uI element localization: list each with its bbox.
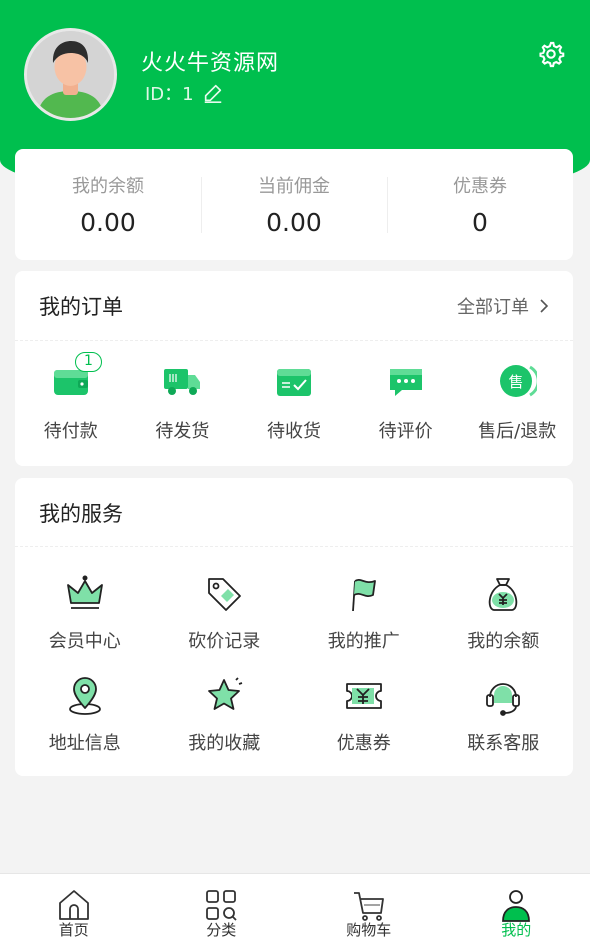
divider (15, 340, 573, 341)
service-label: 我的余额 (467, 631, 540, 652)
home-icon (58, 890, 89, 920)
service-label: 地址信息 (48, 733, 121, 754)
bottom-tab-bar: 首页 分类 购物车 我的 (0, 873, 590, 952)
price-tag-icon (208, 578, 242, 611)
headset-icon (486, 683, 521, 716)
service-my-balance[interactable]: 我的余额 (434, 573, 574, 653)
tab-category[interactable]: 分类 (148, 874, 296, 952)
after-sale-icon: 售 (500, 365, 538, 397)
after-sale-icon-text: 售 (509, 373, 524, 391)
category-icon (206, 890, 237, 921)
balance-label: 我的余额 (72, 176, 144, 197)
tab-label: 购物车 (346, 921, 392, 939)
coupon-icon (345, 683, 382, 709)
order-status-label: 待收货 (266, 421, 321, 442)
comment-icon (389, 369, 422, 396)
tab-label: 我的 (501, 921, 532, 939)
chevron-right-icon (540, 299, 549, 313)
order-status-label: 待评价 (378, 421, 433, 442)
service-favorites[interactable]: 我的收藏 (155, 675, 295, 755)
location-pin-icon (68, 677, 101, 715)
services-title: 我的服务 (39, 502, 123, 526)
divider (15, 546, 573, 547)
order-status-label: 待发货 (155, 421, 210, 442)
service-member-center[interactable]: 会员中心 (15, 573, 155, 653)
commission-value: 0.00 (266, 208, 322, 237)
balance-value: 0.00 (80, 208, 136, 237)
service-coupons[interactable]: 优惠券 (294, 675, 434, 755)
service-label: 我的收藏 (188, 733, 261, 754)
order-pending-shipment[interactable]: 待发货 (127, 361, 239, 443)
balance-item[interactable]: 我的余额 0.00 (15, 149, 201, 260)
orders-card: 我的订单 全部订单 1 待付款 待发货 待收货 待评价 售 售后/退款 (15, 271, 573, 466)
tab-mine[interactable]: 我的 (443, 874, 590, 952)
tab-label: 首页 (58, 921, 89, 939)
flag-icon (351, 578, 376, 612)
box-check-icon (276, 369, 311, 396)
star-icon (208, 677, 243, 710)
service-label: 砍价记录 (188, 631, 261, 652)
service-label: 联系客服 (467, 733, 540, 754)
username: 火火牛资源网 (141, 51, 280, 76)
order-status-label: 售后/退款 (478, 421, 557, 442)
money-bag-icon (489, 578, 518, 611)
commission-label: 当前佣金 (258, 176, 330, 197)
service-promotion[interactable]: 我的推广 (294, 573, 434, 653)
order-pending-receipt[interactable]: 待收货 (238, 361, 350, 443)
user-id: ID：1 (145, 80, 224, 106)
all-orders-label: 全部订单 (457, 297, 529, 318)
truck-icon (164, 369, 201, 395)
order-pending-review[interactable]: 待评价 (350, 361, 462, 443)
service-label: 会员中心 (48, 631, 121, 652)
tab-cart[interactable]: 购物车 (295, 874, 443, 952)
all-orders-link[interactable]: 全部订单 (457, 293, 549, 319)
service-customer-support[interactable]: 联系客服 (434, 675, 574, 755)
balance-card: 我的余额 0.00 当前佣金 0.00 优惠券 0 (15, 149, 573, 260)
service-address[interactable]: 地址信息 (15, 675, 155, 755)
coupon-count-value: 0 (472, 208, 488, 237)
service-bargain-records[interactable]: 砍价记录 (155, 573, 295, 653)
services-card: 我的服务 会员中心 砍价记录 我的推广 我的余额 地址信息 我的收藏 优惠券 联… (15, 478, 573, 776)
settings-gear-icon[interactable] (537, 40, 565, 68)
user-id-label: ID：1 (145, 84, 194, 105)
service-label: 优惠券 (336, 733, 391, 754)
tab-home[interactable]: 首页 (0, 874, 148, 952)
tab-label: 分类 (206, 921, 237, 939)
order-after-sale[interactable]: 售 售后/退款 (461, 361, 573, 443)
order-status-label: 待付款 (43, 421, 98, 442)
order-pending-payment[interactable]: 1 待付款 (15, 352, 127, 443)
order-status-row: 1 待付款 待发货 待收货 待评价 售 售后/退款 (15, 352, 573, 443)
cart-icon (353, 892, 384, 921)
avatar[interactable] (24, 28, 117, 121)
crown-icon (66, 575, 103, 609)
edit-icon[interactable] (202, 82, 224, 104)
coupon-count-item[interactable]: 优惠券 0 (387, 149, 573, 260)
pending-payment-badge: 1 (75, 352, 102, 372)
services-grid: 会员中心 砍价记录 我的推广 我的余额 地址信息 我的收藏 优惠券 联系客服 (15, 573, 573, 755)
service-label: 我的推广 (327, 631, 400, 652)
orders-title: 我的订单 (39, 295, 123, 319)
user-icon (502, 890, 531, 922)
coupon-count-label: 优惠券 (453, 176, 507, 197)
commission-item[interactable]: 当前佣金 0.00 (201, 149, 387, 260)
